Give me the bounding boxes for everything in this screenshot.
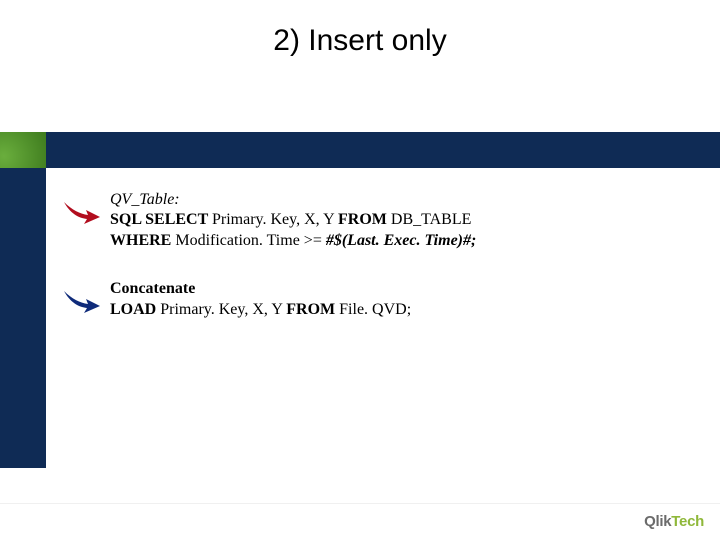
code-block-2: Concatenate LOAD Primary. Key, X, Y FROM… [110,279,650,320]
header-band [0,132,720,168]
code-line: QV_Table: [110,190,650,210]
code-line: WHERE Modification. Time >= #$(Last. Exe… [110,231,650,251]
code-line: Concatenate [110,279,650,299]
keyword: Concatenate [110,280,195,297]
slide: 2) Insert only QV_Table: SQL SELECT Prim… [0,0,720,540]
code-text: Primary. Key, X, Y [160,301,286,318]
code-block-1: QV_Table: SQL SELECT Primary. Key, X, Y … [110,190,650,251]
keyword: LOAD [110,301,160,318]
footer-divider [0,503,720,504]
arrow-icon [62,198,102,228]
code-text: Primary. Key, X, Y [212,211,338,228]
slide-title: 2) Insert only [0,24,720,58]
keyword: SQL SELECT [110,211,212,228]
code-line: SQL SELECT Primary. Key, X, Y FROM DB_TA… [110,210,650,230]
code-line: LOAD Primary. Key, X, Y FROM File. QVD; [110,300,650,320]
code-text: Modification. Time >= [175,232,326,249]
keyword: FROM [286,301,339,318]
side-stripe [0,168,46,468]
keyword: WHERE [110,232,175,249]
logo-text-2: Tech [671,513,704,530]
content-area: QV_Table: SQL SELECT Primary. Key, X, Y … [110,190,650,348]
code-text: DB_TABLE [391,211,472,228]
brand-logo: QlikTech [644,513,704,530]
logo-text-1: Qlik [644,513,671,530]
code-text: File. QVD; [339,301,411,318]
arrow-icon [62,287,102,317]
keyword: FROM [338,211,391,228]
variable: #$(Last. Exec. Time)#; [326,232,476,249]
table-label: QV_Table: [110,191,180,208]
leaf-decoration [0,132,46,168]
